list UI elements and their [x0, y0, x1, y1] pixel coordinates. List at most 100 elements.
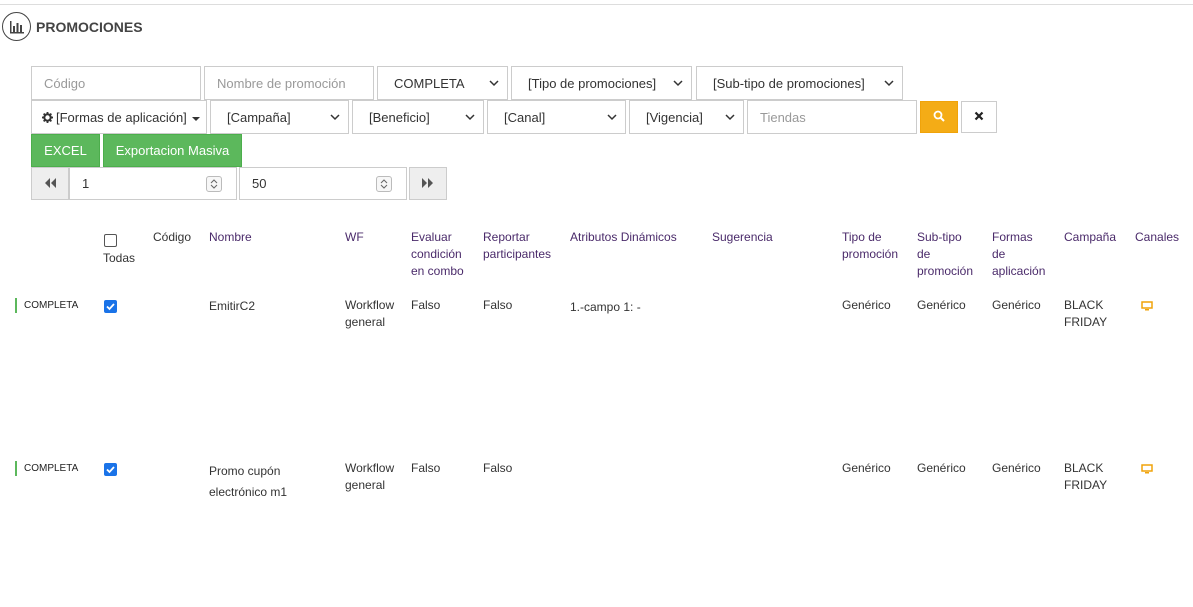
- campana-select[interactable]: [Campaña]: [210, 100, 349, 134]
- subtipo-select-value: [Sub-tipo de promociones]: [713, 75, 865, 91]
- chevron-down-icon: [884, 78, 894, 88]
- tiendas-input[interactable]: Tiendas: [747, 100, 917, 134]
- row-checkbox[interactable]: [104, 300, 117, 313]
- row-nombre: Promo cupón electrónico m1: [209, 461, 287, 503]
- row-reportar: Falso: [483, 298, 513, 312]
- row-formas: Genérico: [992, 461, 1041, 475]
- exportacion-masiva-button[interactable]: Exportacion Masiva: [103, 134, 242, 167]
- row-subtipo: Genérico: [917, 298, 966, 312]
- nombre-line: electrónico m1: [209, 485, 288, 499]
- spinner-icon[interactable]: [376, 176, 392, 192]
- beneficio-select-value: [Beneficio]: [369, 109, 430, 125]
- top-divider: [0, 4, 1193, 5]
- formas-aplicacion-dropdown[interactable]: [Formas de aplicación]: [31, 100, 207, 134]
- spinner-icon[interactable]: [206, 176, 222, 192]
- row-nombre: EmitirC2: [209, 298, 255, 315]
- chevron-down-icon: [465, 112, 475, 122]
- nombre-line: EmitirC2: [209, 299, 256, 313]
- caret-down-icon: [192, 110, 200, 125]
- row-atributos: 1.-campo 1: -: [570, 300, 641, 314]
- column-header-formas[interactable]: Formas de aplicación: [992, 229, 1045, 280]
- column-header-campana[interactable]: Campaña: [1064, 229, 1116, 246]
- subtipo-promociones-select[interactable]: [Sub-tipo de promociones]: [696, 66, 903, 100]
- nombre-promocion-input[interactable]: Nombre de promoción: [204, 66, 374, 100]
- vigencia-select[interactable]: [Vigencia]: [629, 100, 744, 134]
- pager-last-button[interactable]: [409, 167, 447, 200]
- estado-select[interactable]: COMPLETA: [377, 66, 508, 100]
- column-header-wf[interactable]: WF: [345, 229, 364, 246]
- column-header-tipo[interactable]: Tipo de promoción: [842, 229, 898, 263]
- campana-line: BLACK: [1064, 461, 1104, 475]
- column-header-reportar[interactable]: Reportar participantes: [483, 229, 551, 263]
- wf-line: Workflow: [345, 298, 395, 312]
- row-campana: BLACK FRIDAY: [1064, 297, 1107, 331]
- monitor-icon[interactable]: [1141, 463, 1153, 474]
- page-size-input[interactable]: 50: [239, 167, 407, 200]
- header-line: promoción: [842, 247, 899, 261]
- header-line: Formas: [992, 230, 1033, 244]
- excel-button[interactable]: EXCEL: [31, 134, 100, 167]
- row-wf: Workflow general: [345, 297, 394, 331]
- vigencia-select-value: [Vigencia]: [646, 109, 703, 125]
- clear-filters-button[interactable]: [961, 101, 997, 133]
- chevron-down-icon: [673, 78, 683, 88]
- double-chevron-left-icon: [44, 177, 56, 191]
- estado-select-value: COMPLETA: [394, 75, 465, 91]
- page-number-input[interactable]: 1: [69, 167, 237, 200]
- row-tipo: Genérico: [842, 461, 891, 475]
- header-line: Reportar: [483, 230, 530, 244]
- row-checkbox[interactable]: [104, 463, 117, 476]
- row-wf: Workflow general: [345, 460, 394, 494]
- chevron-down-icon: [489, 78, 499, 88]
- select-all-checkbox[interactable]: [104, 234, 117, 247]
- row-tipo: Genérico: [842, 298, 891, 312]
- double-chevron-right-icon: [422, 177, 434, 191]
- header-line: participantes: [483, 247, 552, 261]
- status-badge: COMPLETA: [15, 298, 78, 313]
- select-all-label: Todas: [103, 251, 136, 265]
- beneficio-select[interactable]: [Beneficio]: [352, 100, 484, 134]
- row-reportar: Falso: [483, 461, 513, 475]
- header-line: en combo: [411, 264, 464, 278]
- column-header-subtipo[interactable]: Sub-tipo de promoción: [917, 229, 973, 280]
- header-line: aplicación: [992, 264, 1046, 278]
- bar-chart-icon: [2, 12, 31, 41]
- tipo-promociones-select[interactable]: [Tipo de promociones]: [511, 66, 692, 100]
- canal-select[interactable]: [Canal]: [487, 100, 626, 134]
- header-line: promoción: [917, 264, 974, 278]
- row-subtipo: Genérico: [917, 461, 966, 475]
- wf-line: Workflow: [345, 461, 395, 475]
- page-size-value: 50: [252, 176, 267, 191]
- campana-line: FRIDAY: [1064, 315, 1108, 329]
- nombre-line: Promo cupón: [209, 464, 281, 478]
- codigo-input[interactable]: Código: [31, 66, 201, 100]
- canal-select-value: [Canal]: [504, 109, 546, 125]
- campana-select-value: [Campaña]: [227, 109, 291, 125]
- chevron-down-icon: [330, 112, 340, 122]
- row-evaluar: Falso: [411, 461, 441, 475]
- row-campana: BLACK FRIDAY: [1064, 460, 1107, 494]
- header-line: de: [992, 247, 1006, 261]
- formas-select-value: [Formas de aplicación]: [56, 109, 187, 125]
- campana-line: FRIDAY: [1064, 478, 1108, 492]
- close-icon: [974, 110, 984, 124]
- search-icon: [933, 110, 945, 125]
- header-line: Sub-tipo: [917, 230, 962, 244]
- pager-first-button[interactable]: [31, 167, 69, 200]
- column-header-sugerencia[interactable]: Sugerencia: [712, 229, 773, 246]
- chevron-down-icon: [607, 112, 617, 122]
- monitor-icon[interactable]: [1141, 300, 1153, 311]
- column-header-evaluar[interactable]: Evaluar condición en combo: [411, 229, 464, 280]
- gear-icon: [42, 111, 53, 123]
- column-header-canales[interactable]: Canales: [1135, 229, 1179, 246]
- row-formas: Genérico: [992, 298, 1041, 312]
- page-title: PROMOCIONES: [36, 18, 143, 35]
- header-line: de: [917, 247, 931, 261]
- column-header-codigo[interactable]: Código: [153, 229, 191, 246]
- search-button[interactable]: [920, 101, 958, 133]
- header-line: Evaluar: [411, 230, 452, 244]
- campana-line: BLACK: [1064, 298, 1104, 312]
- column-header-nombre[interactable]: Nombre: [209, 229, 252, 246]
- column-header-atributos[interactable]: Atributos Dinámicos: [570, 229, 677, 246]
- page-header: PROMOCIONES: [2, 12, 143, 41]
